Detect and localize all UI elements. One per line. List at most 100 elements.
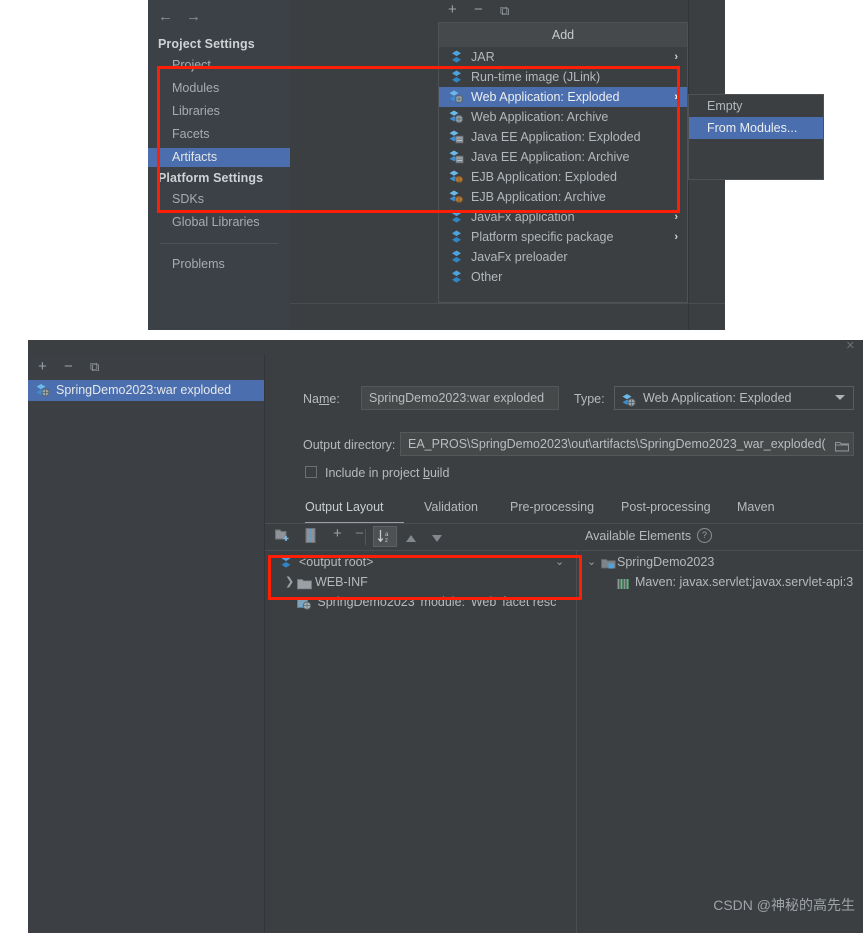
list-item[interactable]: SpringDemo2023:war exploded	[28, 380, 264, 401]
tab-output-layout[interactable]: Output Layout	[305, 500, 384, 514]
panel-titlebar: ✕	[28, 340, 863, 354]
chevron-down-icon[interactable]: ⌄	[555, 555, 564, 568]
menu-item-run-time-image-jlink[interactable]: Run-time image (JLink)	[439, 67, 687, 87]
menu-item-label: JavaFx preloader	[471, 250, 568, 264]
menu-item-javafx-application[interactable]: JavaFx application ›	[439, 207, 687, 227]
tree-item-label: SpringDemo2023	[617, 555, 715, 569]
chevron-right-icon[interactable]: ❯	[285, 572, 294, 592]
tab-post-processing[interactable]: Post-processing	[621, 500, 711, 514]
web-exploded-icon	[36, 384, 50, 402]
chevron-down-icon[interactable]	[835, 395, 845, 400]
sidebar-item-sdks[interactable]: SDKs	[172, 192, 204, 206]
sidebar-item-artifacts[interactable]: Artifacts	[148, 148, 290, 167]
web-exploded-icon	[622, 392, 636, 414]
folder-browse-icon[interactable]	[834, 439, 850, 457]
tree-item-label: 'SpringDemo2023' module: 'Web' facet res…	[315, 595, 557, 609]
tree-item-module-springdemo2023[interactable]: ⌄ SpringDemo2023	[587, 552, 714, 572]
menu-item-label: JAR	[471, 50, 495, 64]
tree-item-web-inf[interactable]: ❯ WEB-INF	[275, 572, 368, 592]
javaee-archive-icon	[449, 150, 464, 164]
tree-item-output-root[interactable]: <output root>	[275, 552, 373, 572]
javafx-icon	[449, 210, 464, 224]
menu-item-java-ee-application-archive[interactable]: Java EE Application: Archive	[439, 147, 687, 167]
project-structure-dialog: ← → Project Settings Project Modules Lib…	[148, 0, 824, 330]
name-input[interactable]: SpringDemo2023:war exploded	[361, 386, 559, 410]
navigation-arrows: ← →	[158, 8, 218, 26]
submenu-item-empty[interactable]: Empty	[689, 95, 823, 117]
tree-item-label: WEB-INF	[315, 575, 368, 589]
copy-artifact-button[interactable]: ⧉	[90, 359, 99, 375]
chevron-down-icon[interactable]: ⌄	[587, 552, 596, 572]
artifacts-settings-panel: ✕ + − ⧉ SpringDemo2023:war exploded Name…	[28, 340, 863, 933]
menu-item-label: JavaFx application	[471, 210, 575, 224]
tree-panes-divider	[576, 551, 577, 933]
menu-item-web-application-archive[interactable]: Web Application: Archive	[439, 107, 687, 127]
menu-item-ejb-application-archive[interactable]: EJB Application: Archive	[439, 187, 687, 207]
remove-artifact-button[interactable]: −	[64, 358, 73, 375]
sidebar-item-global-libraries[interactable]: Global Libraries	[172, 215, 260, 229]
add-menu-title: Add	[439, 23, 687, 47]
add-artifact-button[interactable]: +	[38, 358, 47, 375]
javafx-preloader-icon	[449, 250, 464, 264]
submenu-item-from-modules[interactable]: From Modules...	[689, 117, 823, 139]
menu-item-ejb-application-exploded[interactable]: EJB Application: Exploded	[439, 167, 687, 187]
menu-item-web-application-exploded[interactable]: Web Application: Exploded ›	[439, 87, 687, 107]
remove-button[interactable]: −	[474, 1, 483, 18]
svg-text:z: z	[385, 538, 388, 544]
available-elements-label: Available Elements	[585, 529, 692, 543]
menu-item-label: Web Application: Exploded	[471, 90, 620, 104]
type-select-value: Web Application: Exploded	[643, 391, 792, 405]
include-in-build-checkbox[interactable]	[305, 466, 317, 478]
tab-maven[interactable]: Maven	[737, 500, 775, 514]
menu-item-label: Web Application: Archive	[471, 110, 609, 124]
output-layout-toolbar: + − a z Available Elements ?	[265, 524, 863, 550]
add-copy-icon[interactable]: +	[333, 525, 342, 542]
tree-item-web-facet-resources[interactable]: 'SpringDemo2023' module: 'Web' facet res…	[275, 592, 556, 612]
tab-validation[interactable]: Validation	[424, 500, 478, 514]
project-structure-sidebar: ← → Project Settings Project Modules Lib…	[148, 0, 290, 330]
type-label: Type:	[574, 392, 605, 406]
menu-item-jar[interactable]: JAR ›	[439, 47, 687, 67]
create-archive-icon[interactable]	[305, 528, 317, 548]
chevron-right-icon[interactable]: ›	[674, 207, 678, 227]
arrow-right-icon[interactable]: →	[186, 8, 201, 25]
type-select[interactable]: Web Application: Exploded	[614, 386, 854, 410]
sidebar-divider	[160, 243, 278, 244]
create-directory-icon[interactable]	[275, 528, 290, 547]
menu-item-other[interactable]: Other	[439, 267, 687, 287]
toolbar-rule	[265, 550, 863, 551]
sidebar-item-libraries[interactable]: Libraries	[172, 104, 220, 118]
output-directory-input[interactable]: )EA_PROS\SpringDemo2023\out\artifacts\Sp…	[400, 432, 854, 456]
chevron-right-icon[interactable]: ›	[674, 227, 678, 247]
artifact-list-toolbar: + − ⧉	[28, 354, 264, 380]
jlink-icon	[449, 70, 464, 84]
sidebar-item-project[interactable]: Project	[172, 58, 211, 72]
sidebar-item-facets[interactable]: Facets	[172, 127, 210, 141]
sidebar-section-platform-settings: Platform Settings	[158, 171, 264, 185]
chevron-right-icon[interactable]: ›	[674, 47, 678, 67]
tree-item-maven-library[interactable]: Maven: javax.servlet:javax.servlet-api:3	[587, 572, 853, 592]
sidebar-item-problems[interactable]: Problems	[172, 257, 225, 271]
menu-item-label: Other	[471, 270, 503, 284]
menu-item-platform-specific-package[interactable]: Platform specific package ›	[439, 227, 687, 247]
list-item-label: SpringDemo2023:war exploded	[56, 383, 232, 397]
add-artifact-menu: Add JAR › Run-time image (JLink) Web Applic…	[438, 22, 688, 303]
close-icon[interactable]: ✕	[846, 341, 855, 352]
web-archive-icon	[449, 110, 464, 124]
output-directory-label: Output directory:	[303, 438, 396, 452]
menu-item-javafx-preloader[interactable]: JavaFx preloader	[439, 247, 687, 267]
arrow-left-icon[interactable]: ←	[158, 8, 173, 25]
watermark: CSDN @神秘的高先生	[713, 897, 855, 913]
web-exploded-icon	[449, 90, 464, 104]
menu-item-java-ee-application-exploded[interactable]: Java EE Application: Exploded	[439, 127, 687, 147]
copy-button[interactable]: ⧉	[500, 3, 509, 19]
add-menu-items: JAR › Run-time image (JLink) Web Applicatio…	[439, 47, 687, 287]
sidebar-item-modules[interactable]: Modules	[172, 81, 219, 95]
sort-az-icon[interactable]: a z	[373, 526, 397, 547]
tab-pre-processing[interactable]: Pre-processing	[510, 500, 594, 514]
chevron-right-icon[interactable]: ›	[674, 87, 678, 107]
sidebar-section-project-settings: Project Settings	[158, 37, 255, 51]
add-button[interactable]: +	[448, 1, 457, 18]
help-icon[interactable]: ?	[697, 528, 712, 543]
menu-item-label: EJB Application: Archive	[471, 190, 606, 204]
